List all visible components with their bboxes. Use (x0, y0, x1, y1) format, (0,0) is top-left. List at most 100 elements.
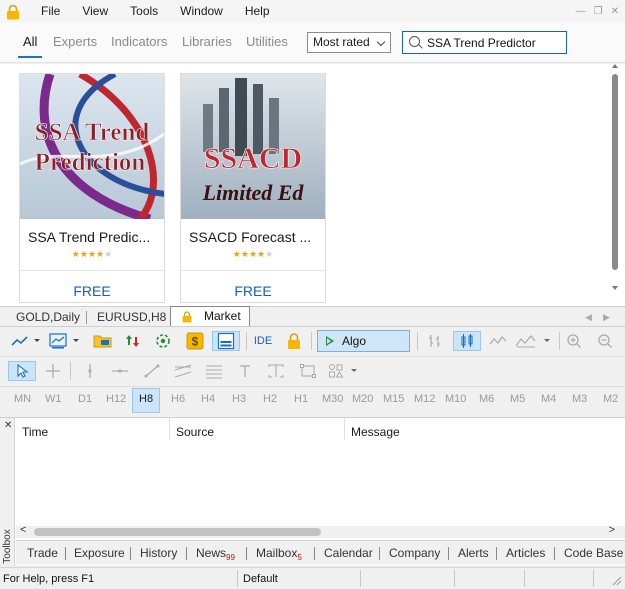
status-profile[interactable]: Default (243, 573, 278, 585)
resize-grip-icon[interactable] (612, 576, 622, 586)
tab-calendar[interactable]: Calendar (324, 546, 373, 560)
tab-news[interactable]: News99 (196, 546, 235, 562)
tab-utilities[interactable]: Utilities (246, 34, 288, 49)
tab-trade[interactable]: Trade (27, 546, 58, 560)
channel-icon[interactable] (171, 361, 195, 381)
menu-view[interactable]: View (71, 0, 119, 23)
timeframe-w1[interactable]: W1 (45, 393, 62, 405)
product-card[interactable]: SSACD Limited Ed SSACD Forecast ... ★★★★… (180, 73, 326, 303)
tab-prev-icon[interactable]: ◀ (585, 312, 592, 323)
column-header-message[interactable]: Message (351, 425, 400, 439)
chart-tab-gold[interactable]: GOLD,Daily (16, 310, 80, 324)
crosshair-icon[interactable] (42, 361, 64, 381)
chart-type-dropdown[interactable] (10, 331, 44, 351)
tab-alerts[interactable]: Alerts (458, 546, 489, 560)
product-thumbnail[interactable]: SSA Trend Prediction (20, 74, 164, 219)
tab-market[interactable]: Market (170, 306, 250, 326)
market-lock-button-icon[interactable] (284, 331, 304, 351)
tab-history[interactable]: History (140, 546, 177, 560)
text-label-icon[interactable] (264, 361, 288, 381)
chart-tab-eurusd[interactable]: EURUSD,H8 (97, 310, 166, 324)
navigator-icon[interactable] (152, 331, 174, 351)
scrollbar-thumb[interactable] (612, 74, 618, 270)
search-box[interactable] (402, 31, 567, 54)
timeframe-m2[interactable]: M2 (603, 393, 618, 405)
tab-indicators[interactable]: Indicators (111, 34, 167, 49)
candlestick-icon[interactable] (453, 331, 481, 351)
zoom-in-icon[interactable] (563, 331, 585, 351)
product-price-button[interactable]: FREE (20, 283, 164, 299)
market-vertical-scrollbar[interactable] (611, 64, 619, 294)
timeframe-m4[interactable]: M4 (541, 393, 556, 405)
ide-button[interactable]: IDE (251, 331, 275, 351)
timeframe-m20[interactable]: M20 (352, 393, 373, 405)
scroll-left-icon[interactable]: < (20, 524, 26, 536)
signals-dollar-icon[interactable]: $ (184, 331, 206, 351)
text-icon[interactable] (234, 361, 256, 381)
product-price-button[interactable]: FREE (181, 283, 325, 299)
scrollbar-thumb[interactable] (34, 528, 321, 536)
line-chart-icon[interactable] (486, 331, 510, 351)
shapes-dropdown[interactable] (326, 361, 362, 381)
tab-mailbox[interactable]: Mailbox5 (256, 546, 302, 562)
open-folder-icon[interactable] (92, 331, 114, 351)
search-input[interactable] (427, 34, 563, 51)
bar-chart-icon[interactable] (424, 331, 446, 351)
sort-select[interactable]: Most rated (307, 32, 391, 53)
product-card[interactable]: SSA Trend Prediction SSA Trend Predic...… (19, 73, 165, 303)
timeframe-h6[interactable]: H6 (171, 393, 185, 405)
column-header-time[interactable]: Time (22, 425, 48, 439)
timeframe-h3[interactable]: H3 (232, 393, 246, 405)
tab-company[interactable]: Company (389, 546, 440, 560)
menu-file[interactable]: File (30, 0, 71, 23)
timeframe-m5[interactable]: M5 (510, 393, 525, 405)
column-header-source[interactable]: Source (176, 425, 214, 439)
timeframe-h2[interactable]: H2 (263, 393, 277, 405)
zoom-out-icon[interactable] (594, 331, 616, 351)
indicators-dropdown[interactable] (514, 331, 554, 351)
timeframe-d1[interactable]: D1 (78, 393, 92, 405)
timeframe-m15[interactable]: M15 (383, 393, 404, 405)
product-title[interactable]: SSA Trend Predic... (28, 229, 150, 245)
tab-libraries[interactable]: Libraries (182, 34, 232, 49)
tab-all[interactable]: All (23, 34, 37, 49)
timeframe-h4[interactable]: H4 (201, 393, 215, 405)
horizontal-line-icon[interactable] (108, 361, 132, 381)
scroll-down-icon[interactable] (612, 286, 618, 290)
timeframe-m30[interactable]: M30 (322, 393, 343, 405)
algo-trading-button[interactable]: Algo Trading (317, 330, 410, 368)
timeframe-m10[interactable]: M10 (445, 393, 466, 405)
minimize-icon[interactable]: — (576, 6, 586, 17)
tab-next-icon[interactable]: ▶ (603, 312, 610, 323)
product-title[interactable]: SSACD Forecast ... (189, 229, 311, 245)
vertical-line-icon[interactable] (80, 361, 100, 381)
timeframe-m6[interactable]: M6 (479, 393, 494, 405)
rectangle-icon[interactable] (296, 361, 320, 381)
timeframe-mn[interactable]: MN (14, 393, 31, 405)
tab-exposure[interactable]: Exposure (74, 546, 125, 560)
menu-help[interactable]: Help (234, 0, 281, 23)
menu-window[interactable]: Window (169, 0, 234, 23)
timeframe-h1[interactable]: H1 (294, 393, 308, 405)
scroll-right-icon[interactable]: > (609, 524, 615, 536)
tab-experts[interactable]: Experts (53, 34, 97, 49)
tab-articles[interactable]: Articles (506, 546, 545, 560)
timeframe-m3[interactable]: M3 (572, 393, 587, 405)
fibonacci-icon[interactable] (202, 361, 226, 381)
timeframe-h8[interactable]: H8 (139, 393, 153, 405)
restore-icon[interactable]: ❐ (594, 6, 603, 17)
market-watch-icon[interactable] (122, 331, 144, 351)
timeframe-m12[interactable]: M12 (414, 393, 435, 405)
menu-tools[interactable]: Tools (119, 0, 169, 23)
cursor-icon[interactable] (8, 361, 36, 381)
trendline-icon[interactable] (140, 361, 164, 381)
close-icon[interactable]: ✕ (611, 6, 619, 17)
new-chart-dropdown[interactable] (48, 331, 84, 351)
toolbox-toggle-icon[interactable] (212, 331, 240, 351)
timeframe-h12[interactable]: H12 (106, 393, 126, 405)
close-icon[interactable]: ✕ (4, 420, 12, 431)
product-thumbnail[interactable]: SSACD Limited Ed (181, 74, 325, 219)
scroll-up-icon[interactable] (612, 64, 618, 68)
tab-code-base[interactable]: Code Base (564, 546, 623, 560)
horizontal-scrollbar[interactable]: < > (16, 524, 625, 538)
